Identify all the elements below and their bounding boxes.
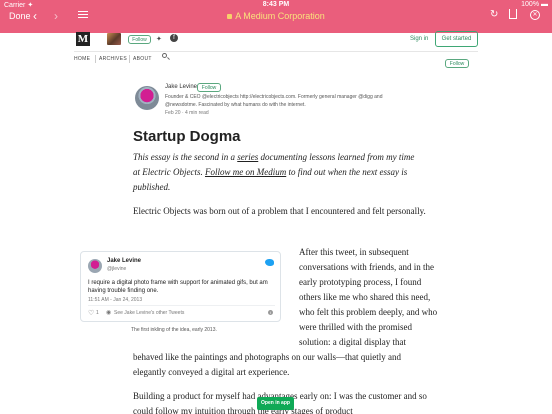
publication-logo[interactable] [107, 33, 121, 45]
medium-logo[interactable]: M [76, 32, 90, 46]
intro-text: This essay is the second in a [133, 152, 238, 162]
safari-compass-icon[interactable]: ✕ [530, 10, 540, 20]
paragraph: behaved like the paintings and photograp… [133, 352, 401, 377]
user-icon: ◉ [106, 310, 112, 316]
battery-indicator: 100% ▬ [521, 1, 548, 8]
nav-separator [129, 55, 130, 63]
author-follow-button[interactable]: Follow [197, 83, 221, 92]
share-icon[interactable] [509, 9, 517, 19]
author-name[interactable]: Jake Levine [165, 84, 197, 90]
publication-follow-button[interactable]: Follow [128, 35, 151, 44]
tweet-text: I require a digital photo frame with sup… [88, 280, 268, 294]
embedded-tweet[interactable]: Jake Levine @jlevine I require a digital… [80, 251, 281, 322]
tweet-like-count: 1 [96, 310, 99, 316]
author-bio: Founder & CEO @electricobjects http://el… [165, 94, 383, 108]
paragraph: Electric Objects was born out of a probl… [133, 206, 426, 216]
search-icon[interactable] [162, 53, 170, 61]
tweet-author-name[interactable]: Jake Levine [107, 258, 141, 264]
sign-in-link[interactable]: Sign in [410, 36, 428, 42]
tweet-date[interactable]: 11:51 AM - Jan 24, 2013 [88, 297, 142, 303]
nav-about[interactable]: ABOUT [133, 56, 152, 62]
paragraph: After this tweet, in subsequent conversa… [299, 247, 438, 347]
reload-icon[interactable]: ↻ [490, 9, 498, 20]
status-time: 8:43 PM [262, 1, 290, 8]
open-in-app-button[interactable]: Open in app [257, 397, 294, 410]
url-text: A Medium Corporation [235, 11, 325, 21]
article-intro: This essay is the second in a series doc… [133, 150, 423, 195]
heart-icon[interactable]: ♡ [88, 309, 94, 317]
follow-me-link[interactable]: Follow me on Medium [205, 167, 286, 177]
twitter-icon[interactable]: ✦ [156, 35, 162, 43]
tweet-caption: The first inkling of the idea, early 201… [131, 327, 217, 333]
author-avatar[interactable] [135, 86, 159, 110]
tweet-avatar[interactable] [88, 259, 102, 273]
series-link[interactable]: series [237, 152, 258, 162]
nav-home[interactable]: HOME [74, 56, 90, 62]
tweet-handle[interactable]: @jlevine [107, 266, 126, 272]
facebook-icon[interactable]: f [170, 34, 178, 42]
info-icon[interactable]: i [268, 310, 273, 315]
url-field[interactable]: A Medium Corporation [0, 11, 552, 21]
get-started-button[interactable]: Get started [435, 31, 478, 47]
lock-icon [227, 14, 233, 20]
post-meta: Feb 20 · 4 min read [165, 110, 209, 116]
article-title: Startup Dogma [133, 128, 241, 145]
tweet-more-link[interactable]: See Jake Levine's other Tweets [114, 310, 184, 316]
nav-archives[interactable]: ARCHIVES [99, 56, 127, 62]
nav-follow-button[interactable]: Follow [445, 59, 469, 68]
tweet-divider [88, 305, 275, 306]
nav-separator [95, 55, 96, 63]
browser-toolbar: Carrier ✦ 8:43 PM 100% ▬ Done ‹ › A Medi… [0, 0, 552, 33]
twitter-bird-icon[interactable] [265, 259, 274, 266]
nav-divider [74, 51, 478, 52]
